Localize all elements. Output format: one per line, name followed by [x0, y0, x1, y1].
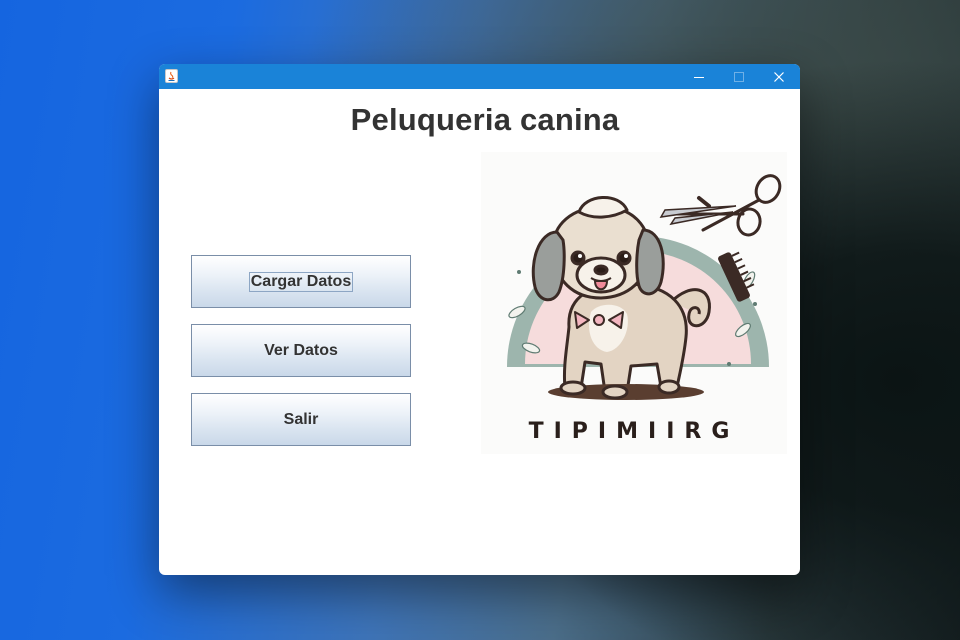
- java-app-icon: [165, 69, 178, 83]
- close-button[interactable]: [759, 64, 799, 89]
- page-title: Peluqueria canina: [350, 102, 620, 137]
- maximize-button[interactable]: [719, 64, 759, 89]
- app-window: Peluqueria canina Cargar Datos Ver Datos…: [159, 64, 800, 575]
- grooming-logo: TIPIMIIRG: [481, 152, 787, 454]
- close-icon: [774, 71, 784, 82]
- title-bar[interactable]: [159, 64, 800, 89]
- salir-label: Salir: [283, 410, 319, 428]
- cargar-datos-button[interactable]: Cargar Datos: [191, 255, 411, 308]
- ver-datos-label: Ver Datos: [264, 341, 338, 359]
- salir-button[interactable]: Salir: [191, 393, 411, 446]
- cargar-datos-label: Cargar Datos: [248, 271, 354, 292]
- logo-brand-text: TIPIMIIRG: [529, 419, 740, 444]
- maximize-icon: [734, 71, 744, 82]
- ver-datos-button[interactable]: Ver Datos: [191, 324, 411, 377]
- minimize-button[interactable]: [679, 64, 719, 89]
- minimize-icon: [694, 76, 704, 78]
